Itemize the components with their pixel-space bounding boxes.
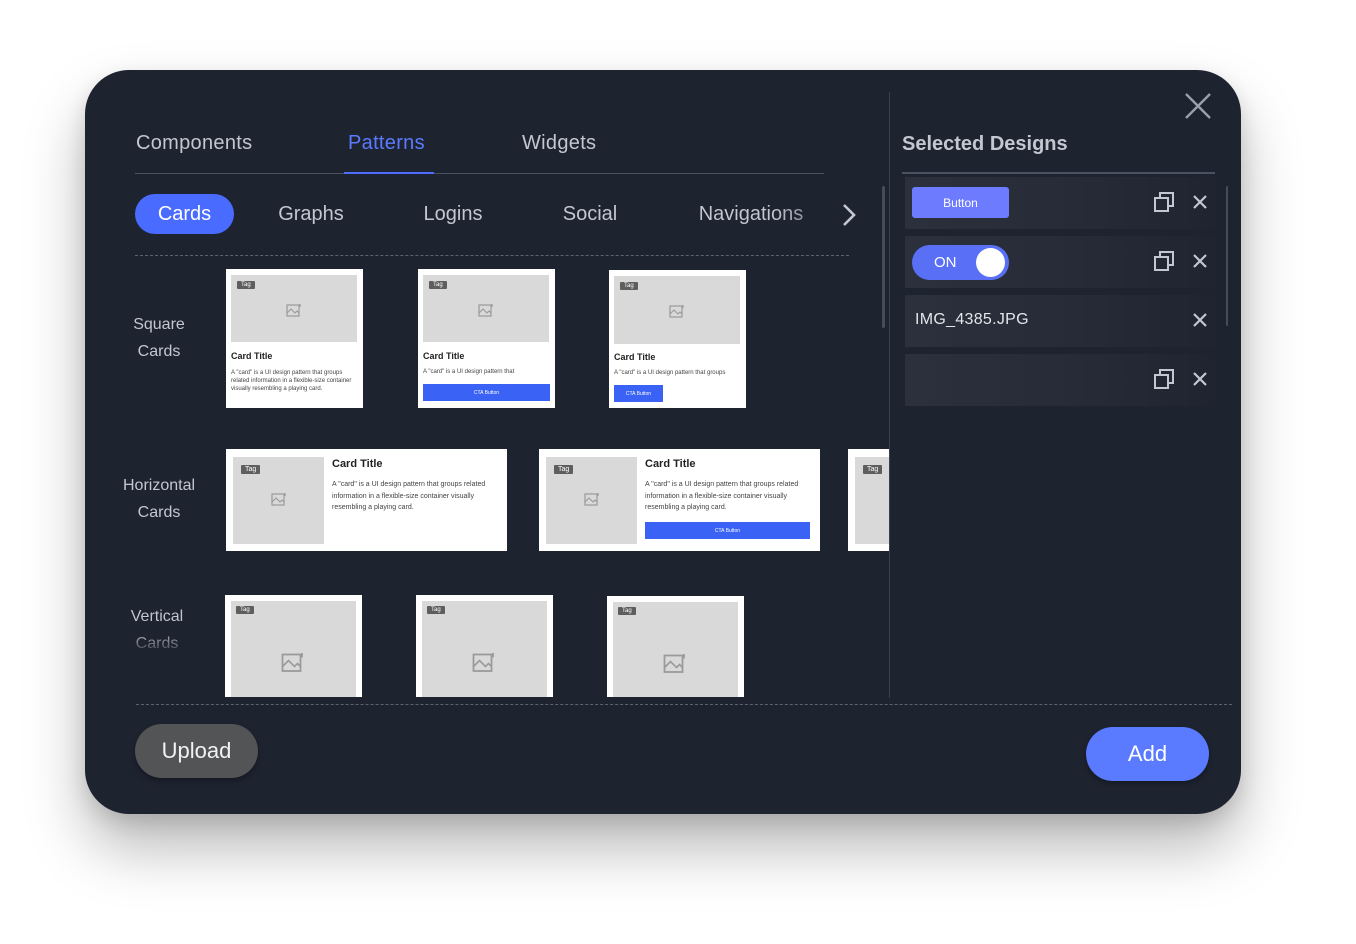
design-picker-modal: Components Patterns Widgets Cards Graphs… bbox=[85, 70, 1241, 814]
vertical-card-1[interactable]: Tag bbox=[225, 595, 362, 697]
card-image-placeholder bbox=[231, 601, 356, 697]
card-tag: Tag bbox=[237, 281, 255, 289]
card-tag: Tag bbox=[241, 465, 261, 474]
card-tag: Tag bbox=[863, 465, 883, 474]
card-description: A "card" is a UI design pattern that gro… bbox=[231, 370, 352, 392]
remove-icon[interactable] bbox=[1192, 312, 1208, 328]
remove-icon[interactable] bbox=[1192, 253, 1208, 269]
card-description: A "card" is a UI design pattern that bbox=[423, 369, 515, 375]
horizontal-card-2[interactable]: Tag Card Title A "card" is a UI design p… bbox=[539, 449, 820, 551]
square-card-2[interactable]: Tag Card Title A "card" is a UI design p… bbox=[418, 269, 555, 408]
duplicate-icon[interactable] bbox=[1153, 250, 1175, 272]
card-tag: Tag bbox=[429, 281, 447, 289]
card-title: Card Title bbox=[614, 352, 656, 362]
selected-item-empty[interactable] bbox=[905, 354, 1215, 406]
card-cta-button[interactable]: CTA Button bbox=[645, 522, 810, 539]
category-navigations[interactable]: Navigations bbox=[683, 194, 819, 234]
card-tag: Tag bbox=[236, 606, 254, 614]
card-description: A "card" is a UI design pattern that gro… bbox=[332, 481, 486, 511]
image-placeholder-icon bbox=[281, 653, 303, 672]
duplicate-icon[interactable] bbox=[1153, 191, 1175, 213]
add-button[interactable]: Add bbox=[1086, 727, 1209, 781]
card-tag: Tag bbox=[554, 465, 574, 474]
content-scrollbar[interactable] bbox=[882, 186, 885, 328]
vertical-card-3[interactable]: Tag bbox=[607, 596, 744, 697]
remove-icon[interactable] bbox=[1192, 371, 1208, 387]
image-placeholder-icon bbox=[584, 493, 599, 506]
card-title: Card Title bbox=[645, 458, 696, 470]
row-label-square: Square Cards bbox=[133, 316, 185, 360]
selected-toggle-preview: ON bbox=[912, 245, 1009, 280]
card-cta-button[interactable]: CTA Button bbox=[614, 385, 663, 402]
tab-divider bbox=[135, 173, 824, 174]
footer-divider bbox=[136, 704, 1232, 705]
square-card-3[interactable]: Tag Card Title A "card" is a UI design p… bbox=[609, 270, 746, 408]
selected-designs-title: Selected Designs bbox=[902, 133, 1068, 155]
upload-button[interactable]: Upload bbox=[135, 724, 258, 778]
image-placeholder-icon bbox=[669, 305, 684, 318]
row-label-horizontal: Horizontal Cards bbox=[122, 477, 196, 521]
toggle-label: ON bbox=[934, 254, 957, 271]
category-logins[interactable]: Logins bbox=[405, 194, 501, 234]
tab-patterns[interactable]: Patterns bbox=[348, 132, 425, 155]
tab-components[interactable]: Components bbox=[136, 132, 252, 155]
selected-item-toggle[interactable]: ON bbox=[905, 236, 1215, 288]
category-graphs[interactable]: Graphs bbox=[261, 194, 361, 234]
row-label-vertical: Vertical Cards bbox=[102, 603, 212, 657]
card-tag: Tag bbox=[618, 607, 636, 615]
chevron-right-icon[interactable] bbox=[841, 203, 857, 227]
image-placeholder-icon bbox=[478, 304, 493, 317]
selected-button-preview: Button bbox=[912, 187, 1009, 218]
category-divider bbox=[135, 255, 849, 256]
remove-icon[interactable] bbox=[1192, 194, 1208, 210]
image-placeholder-icon bbox=[271, 493, 286, 506]
card-tag: Tag bbox=[427, 606, 445, 614]
tab-widgets[interactable]: Widgets bbox=[522, 132, 596, 155]
card-cta-button[interactable]: CTA Button bbox=[423, 384, 550, 401]
horizontal-card-1[interactable]: Tag Card Title A "card" is a UI design p… bbox=[226, 449, 507, 551]
duplicate-icon[interactable] bbox=[1153, 368, 1175, 390]
card-description: A "card" is a UI design pattern that gro… bbox=[614, 370, 726, 376]
card-tag: Tag bbox=[620, 282, 638, 290]
card-title: Card Title bbox=[423, 351, 465, 361]
horizontal-card-3[interactable]: Tag bbox=[848, 449, 889, 551]
selected-file-name: IMG_4385.JPG bbox=[915, 311, 1029, 328]
image-placeholder-icon bbox=[472, 653, 494, 672]
toggle-knob bbox=[976, 248, 1005, 277]
image-placeholder-icon bbox=[286, 304, 301, 317]
selected-designs-divider bbox=[902, 172, 1215, 174]
selected-item-file[interactable]: IMG_4385.JPG bbox=[905, 295, 1215, 347]
close-icon[interactable] bbox=[1184, 92, 1212, 120]
square-card-1[interactable]: Tag Card Title A "card" is a UI design p… bbox=[226, 269, 363, 408]
active-tab-indicator bbox=[344, 172, 434, 174]
card-description: A "card" is a UI design pattern that gro… bbox=[645, 481, 799, 511]
selected-item-button[interactable]: Button bbox=[905, 177, 1215, 229]
card-image-placeholder bbox=[422, 601, 547, 697]
category-cards[interactable]: Cards bbox=[135, 194, 234, 234]
vertical-card-2[interactable]: Tag bbox=[416, 595, 553, 697]
sidebar-divider bbox=[889, 92, 890, 698]
card-title: Card Title bbox=[332, 458, 383, 470]
image-placeholder-icon bbox=[663, 654, 685, 673]
category-social[interactable]: Social bbox=[545, 194, 635, 234]
card-image-placeholder bbox=[613, 602, 738, 697]
card-title: Card Title bbox=[231, 351, 273, 361]
sidebar-scrollbar[interactable] bbox=[1226, 186, 1228, 326]
